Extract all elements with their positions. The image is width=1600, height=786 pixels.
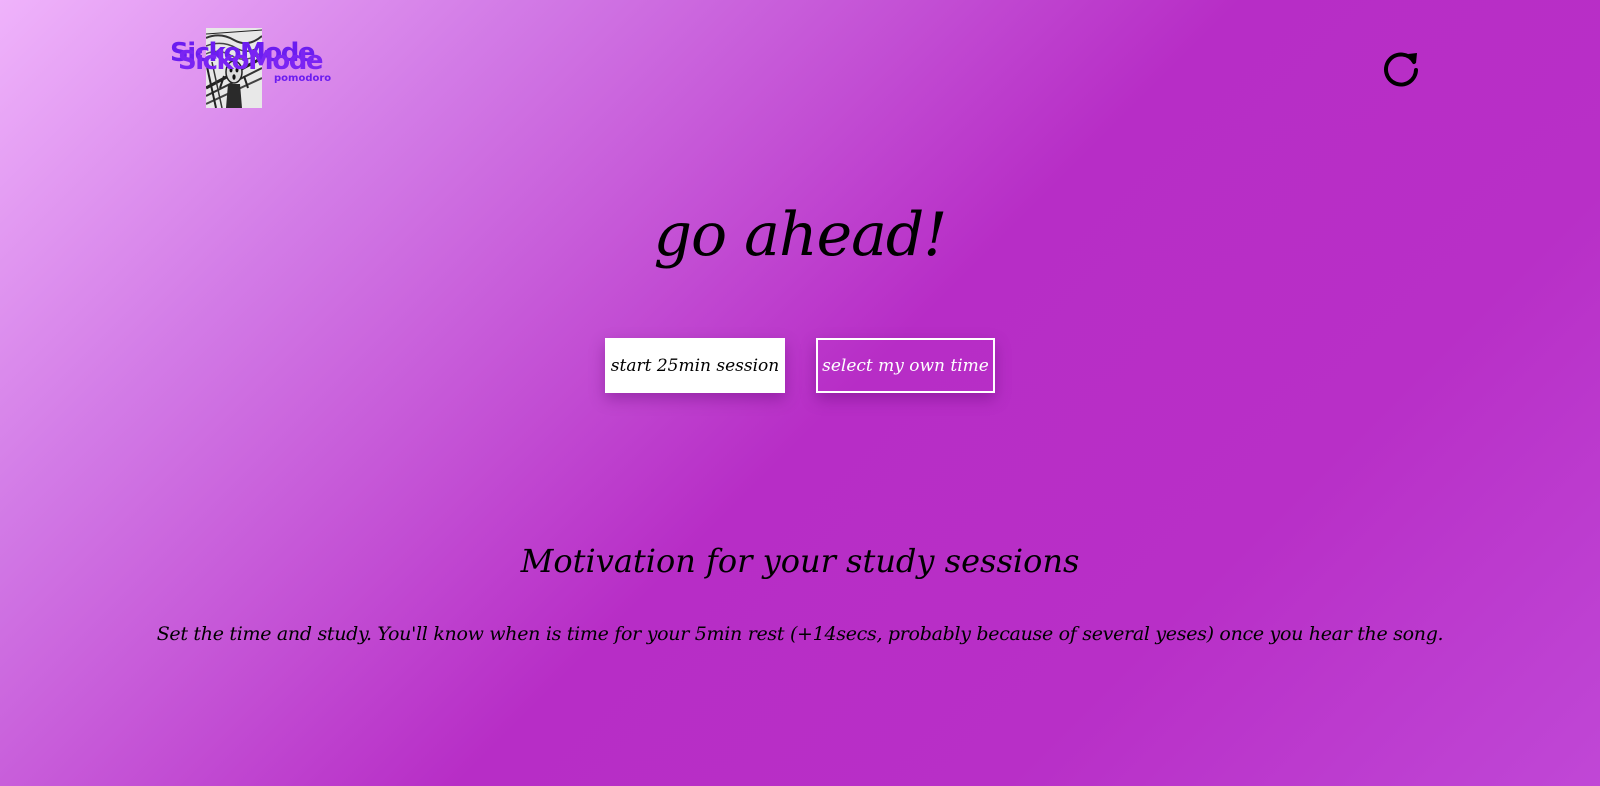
motivation-heading: Motivation for your study sessions bbox=[520, 542, 1080, 580]
logo[interactable]: SickoMode SickoMode pomodoro bbox=[170, 28, 346, 108]
page-title: go ahead! bbox=[653, 200, 948, 270]
motivation-description: Set the time and study. You'll know when… bbox=[156, 623, 1444, 645]
start-25min-session-button[interactable]: start 25min session bbox=[605, 338, 785, 393]
select-own-time-button[interactable]: select my own time bbox=[816, 338, 995, 393]
logo-subtitle: pomodoro bbox=[274, 73, 332, 84]
reload-icon[interactable] bbox=[1382, 48, 1422, 88]
logo-title-shadow: SickoMode bbox=[178, 46, 324, 76]
